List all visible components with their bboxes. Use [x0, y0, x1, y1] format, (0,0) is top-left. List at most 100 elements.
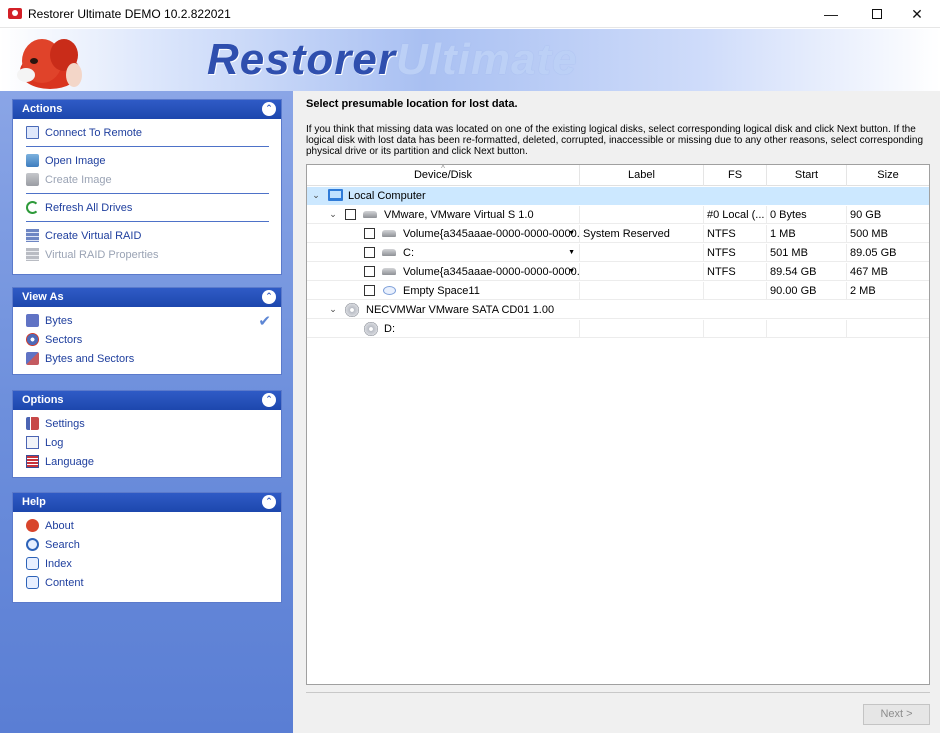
virtual-raid-properties-item: Virtual RAID Properties — [13, 245, 281, 264]
tree-row-volume-system-reserved[interactable]: Volume{a345aaae-0000-0000-0000... ▼ Syste… — [307, 225, 929, 243]
help-icon — [26, 557, 39, 570]
next-button[interactable]: Next > — [863, 704, 930, 725]
fs-cell: NTFS — [704, 225, 767, 243]
start-cell: 90.00 GB — [767, 282, 847, 300]
row-checkbox[interactable] — [364, 285, 375, 296]
start-cell: 1 MB — [767, 225, 847, 243]
view-as-panel-header[interactable]: View As ⌃ — [13, 288, 281, 307]
device-name: Local Computer — [348, 190, 426, 202]
cd-drive-icon — [345, 303, 359, 317]
dropdown-arrow-icon[interactable]: ▼ — [568, 225, 575, 243]
tree-row-volume-c[interactable]: C: ▼ NTFS 501 MB 89.05 GB — [307, 244, 929, 262]
label-cell — [580, 320, 704, 338]
content-item[interactable]: Content — [13, 573, 281, 592]
log-icon — [26, 436, 39, 449]
row-checkbox[interactable] — [345, 209, 356, 220]
column-header-label[interactable]: Label — [580, 165, 704, 186]
connect-to-remote-item[interactable]: Connect To Remote — [13, 123, 281, 142]
fs-cell — [704, 320, 767, 338]
label-cell — [580, 244, 704, 262]
refresh-icon — [26, 201, 39, 214]
actions-panel-header[interactable]: Actions ⌃ — [13, 100, 281, 119]
row-checkbox[interactable] — [364, 266, 375, 277]
view-bytes-and-sectors-item[interactable]: Bytes and Sectors — [13, 349, 281, 368]
device-name: Volume{a345aaae-0000-0000-0000... ▼ — [400, 263, 580, 281]
collapse-icon[interactable]: ⌃ — [262, 290, 276, 304]
create-image-item: Create Image — [13, 170, 281, 189]
collapse-icon[interactable]: ⌃ — [262, 102, 276, 116]
column-header-fs[interactable]: FS — [704, 165, 767, 186]
bytes-icon — [26, 314, 39, 327]
dropdown-arrow-icon[interactable]: ▼ — [568, 244, 575, 262]
tree-row-local-computer[interactable]: ⌄ Local Computer — [307, 187, 929, 205]
collapse-icon[interactable]: ⌃ — [262, 393, 276, 407]
actions-panel: Actions ⌃ Connect To Remote Open Image C… — [12, 99, 282, 275]
device-tree[interactable]: ^ Device/Disk Label FS Start Size ⌄ Local… — [306, 164, 930, 685]
about-item[interactable]: About — [13, 516, 281, 535]
view-bytes-item[interactable]: Bytes ✔ — [13, 311, 281, 330]
expand-chevron-icon[interactable]: ⌄ — [328, 209, 338, 219]
settings-icon — [26, 417, 39, 430]
row-checkbox[interactable] — [364, 228, 375, 239]
refresh-all-drives-item[interactable]: Refresh All Drives — [13, 198, 281, 217]
monitor-icon — [26, 126, 39, 139]
search-icon — [26, 538, 39, 551]
app-banner: RestorerUltimate — [0, 29, 940, 91]
settings-item[interactable]: Settings — [13, 414, 281, 433]
start-cell: 0 Bytes — [767, 206, 847, 224]
language-item[interactable]: Language — [13, 452, 281, 471]
maximize-icon — [872, 9, 882, 19]
tree-header: ^ Device/Disk Label FS Start Size — [307, 164, 929, 186]
help-panel-header[interactable]: Help ⌃ — [13, 493, 281, 512]
language-icon — [26, 455, 39, 468]
tree-row-cd-drive[interactable]: ⌄ NECVMWar VMware SATA CD01 1.00 — [307, 301, 929, 319]
dog-logo-icon — [17, 39, 82, 89]
row-checkbox[interactable] — [364, 247, 375, 258]
banner-title: RestorerUltimate — [207, 35, 578, 84]
empty-space-icon — [383, 286, 396, 295]
app-icon — [8, 8, 22, 19]
tree-row-vmware-disk[interactable]: ⌄ VMware, VMware Virtual S 1.0 #0 Local … — [307, 206, 929, 224]
raid-icon — [26, 248, 39, 261]
label-cell: System Reserved — [580, 225, 704, 243]
tree-row-volume-d[interactable]: D: — [307, 320, 929, 338]
open-image-item[interactable]: Open Image — [13, 151, 281, 170]
search-item[interactable]: Search — [13, 535, 281, 554]
dropdown-arrow-icon[interactable]: ▼ — [568, 263, 575, 281]
options-panel: Options ⌃ Settings Log Language — [12, 390, 282, 478]
label-cell — [580, 282, 704, 300]
minimize-button[interactable]: — — [808, 0, 854, 28]
size-cell: 2 MB — [850, 285, 876, 297]
tree-row-volume-2[interactable]: Volume{a345aaae-0000-0000-0000... ▼ NTFS … — [307, 263, 929, 281]
divider — [26, 221, 269, 222]
size-cell: 90 GB — [850, 209, 882, 221]
log-item[interactable]: Log — [13, 433, 281, 452]
page-title: Select presumable location for lost data… — [306, 98, 518, 110]
column-header-start[interactable]: Start — [767, 165, 847, 186]
computer-icon — [328, 189, 343, 201]
sort-caret-icon: ^ — [441, 164, 445, 173]
view-as-panel: View As ⌃ Bytes ✔ Sectors Bytes and Secto… — [12, 287, 282, 375]
start-cell: 89.54 GB — [767, 263, 847, 281]
cd-disc-icon — [364, 322, 378, 336]
options-panel-header[interactable]: Options ⌃ — [13, 391, 281, 410]
tree-row-empty-space[interactable]: Empty Space11 90.00 GB 2 MB — [307, 282, 929, 300]
collapse-icon[interactable]: ⌃ — [262, 495, 276, 509]
column-header-device[interactable]: ^ Device/Disk — [307, 164, 580, 186]
create-virtual-raid-item[interactable]: Create Virtual RAID — [13, 226, 281, 245]
expand-chevron-icon[interactable]: ⌄ — [311, 190, 321, 200]
close-button[interactable]: ✕ — [894, 0, 940, 28]
partition-icon — [382, 230, 396, 237]
expand-chevron-icon[interactable]: ⌄ — [328, 304, 338, 314]
fs-cell: #0 Local (... — [704, 206, 767, 224]
device-name: Volume{a345aaae-0000-0000-0000... ▼ — [400, 225, 580, 243]
column-header-size[interactable]: Size — [847, 165, 929, 186]
device-name: NECVMWar VMware SATA CD01 1.00 — [366, 304, 555, 316]
partition-icon — [382, 249, 396, 256]
index-item[interactable]: Index — [13, 554, 281, 573]
view-sectors-item[interactable]: Sectors — [13, 330, 281, 349]
main-area: Select presumable location for lost data… — [293, 91, 940, 733]
device-name: VMware, VMware Virtual S 1.0 — [381, 206, 580, 224]
label-cell — [580, 206, 704, 224]
size-cell: 467 MB — [850, 266, 888, 278]
